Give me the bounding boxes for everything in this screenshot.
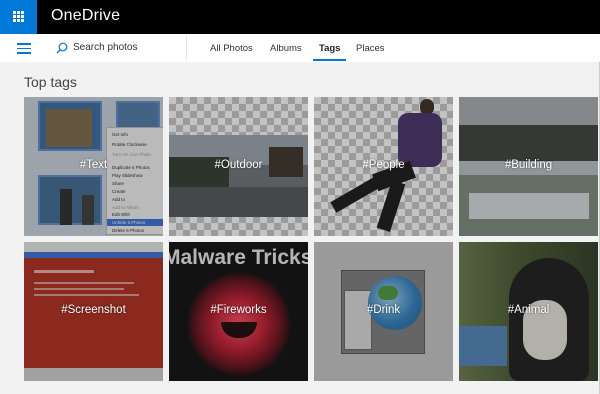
tag-tile-drink[interactable]: #Drink bbox=[314, 242, 453, 381]
tag-label: #Outdoor bbox=[214, 159, 263, 171]
tab-tags[interactable]: Tags bbox=[319, 43, 340, 54]
tag-label: #Animal bbox=[507, 304, 550, 316]
tag-label: #Text bbox=[79, 159, 108, 171]
search-icon bbox=[56, 42, 68, 54]
app-launcher-icon[interactable] bbox=[0, 0, 37, 34]
tab-albums[interactable]: Albums bbox=[270, 43, 302, 54]
tag-tile-fireworks[interactable]: Malware Tricks #Fireworks bbox=[169, 242, 308, 381]
hamburger-menu-icon[interactable] bbox=[17, 43, 31, 54]
tag-label: #Drink bbox=[366, 304, 401, 316]
tag-tile-screenshot[interactable]: #Screenshot bbox=[24, 242, 163, 381]
tag-tile-animal[interactable]: #Animal bbox=[459, 242, 598, 381]
tag-tile-outdoor[interactable]: #Outdoor bbox=[169, 97, 308, 236]
tag-tile-building[interactable]: #Building bbox=[459, 97, 598, 236]
app-title[interactable]: OneDrive bbox=[51, 7, 120, 25]
tag-label: #Building bbox=[504, 159, 553, 171]
tab-all-photos[interactable]: All Photos bbox=[210, 43, 253, 54]
active-tab-indicator bbox=[313, 59, 346, 61]
tag-label: #People bbox=[362, 159, 405, 171]
tag-label: #Screenshot bbox=[61, 304, 126, 316]
section-title: Top tags bbox=[24, 74, 77, 90]
tag-tile-text[interactable]: Get Info Rotate Clockwise Turn On Live P… bbox=[24, 97, 163, 236]
search-input[interactable] bbox=[73, 40, 181, 55]
tab-places[interactable]: Places bbox=[356, 43, 385, 54]
search-box[interactable] bbox=[47, 34, 187, 61]
top-bar: OneDrive bbox=[0, 0, 600, 34]
tag-tile-people[interactable]: #People bbox=[314, 97, 453, 236]
tag-label: #Fireworks bbox=[210, 304, 267, 316]
